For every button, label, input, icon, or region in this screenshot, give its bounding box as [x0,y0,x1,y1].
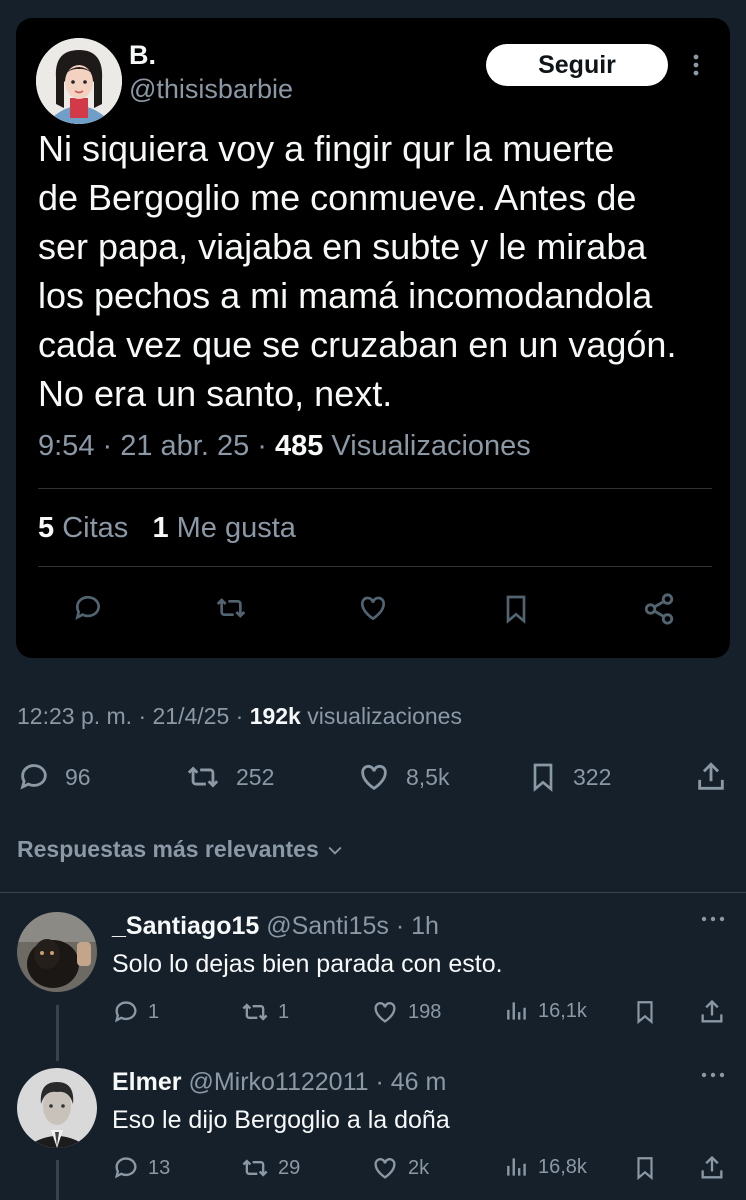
repost-count: 1 [278,1000,290,1023]
reply-header: Elmer @Mirko1122011 · 46 m [112,1068,446,1097]
retweet-icon [240,1154,270,1182]
share-icon[interactable] [642,592,676,626]
bookmark-icon [632,998,658,1026]
analytics-icon [504,998,530,1024]
reply-icon [17,760,51,794]
reply-share-button[interactable] [698,998,726,1026]
reply-count: 1 [148,1000,160,1023]
share-upload-icon [698,998,726,1026]
reply-author-handle[interactable]: @Mirko1122011 [188,1068,368,1096]
share-upload-icon [694,760,728,794]
repost-count: 29 [278,1156,301,1179]
reply-time[interactable]: · 1h [396,912,439,940]
views-count: 16,1k [538,999,587,1022]
reply-reply-button[interactable]: 13 [112,1154,170,1182]
tweet-meta: 9:54 · 21 abr. 25 · 485 Visualizaciones [38,430,531,463]
bookmark-icon[interactable] [500,592,532,626]
tweet-views-label: Visualizaciones [323,430,531,462]
more-options-icon[interactable] [700,1070,726,1080]
reply-text: Eso le dijo Bergoglio a la doña [112,1106,450,1134]
post-views-count: 192k [249,703,301,729]
like-count: 8,5k [406,763,450,790]
tweet-stats: 5 Citas 1 Me gusta [38,512,296,545]
post-views-label: visualizaciones [300,703,462,729]
like-icon [370,998,400,1026]
replies-sort-dropdown[interactable]: Respuestas más relevantes [17,836,345,863]
thread-line [56,1160,59,1200]
bookmark-button[interactable]: 322 [527,760,611,794]
follow-button[interactable]: Seguir [486,44,668,86]
like-count: 198 [408,1000,442,1023]
reply-time[interactable]: · 46 m [376,1068,447,1096]
reply-header: _Santiago15 @Santi15s · 1h [112,912,439,941]
retweet-icon [240,998,270,1026]
embedded-tweet-screenshot[interactable]: B. @thisisbarbie Seguir Ni siquiera voy … [16,18,730,658]
avatar[interactable] [17,912,97,992]
like-count: 2k [408,1156,430,1179]
reply-reply-button[interactable]: 1 [112,998,159,1026]
bookmark-icon [527,760,559,794]
divider [38,488,712,489]
repost-button[interactable]: 252 [184,760,274,794]
repost-count: 252 [236,763,275,790]
author-avatar[interactable] [36,38,122,124]
views-count: 16,8k [538,1155,587,1178]
share-upload-icon [698,1154,726,1182]
reply-views-button[interactable]: 16,1k [504,998,587,1024]
reply-repost-button[interactable]: 29 [240,1154,300,1182]
reply-share-button[interactable] [698,1154,726,1182]
divider [38,566,712,567]
reply-count: 13 [148,1156,171,1179]
post-meta: 12:23 p. m. · 21/4/25 · 192k visualizaci… [17,703,462,730]
bookmark-icon [632,1154,658,1182]
sort-label: Respuestas más relevantes [17,836,319,862]
reply-icon [112,998,140,1026]
quotes-label: Citas [54,512,129,544]
likes-count: 1 [152,512,169,544]
more-options-icon[interactable] [700,914,726,924]
reply-icon [112,1154,140,1182]
reply-bookmark-button[interactable] [632,1154,658,1182]
author-handle[interactable]: @thisisbarbie [129,74,293,105]
reply-author-name[interactable]: _Santiago15 [112,912,259,940]
bookmark-count: 322 [573,763,612,790]
like-icon[interactable] [356,592,390,624]
reply-like-button[interactable]: 2k [370,1154,429,1182]
tweet-time-date: 9:54 · 21 abr. 25 · [38,430,275,462]
reply-like-button[interactable]: 198 [370,998,441,1026]
likes-label: Me gusta [168,512,296,544]
quotes-count: 5 [38,512,55,544]
more-options-icon[interactable] [686,52,706,78]
reply-author-name[interactable]: Elmer [112,1068,181,1096]
reply-text: Solo lo dejas bien parada con esto. [112,950,503,978]
reply-author-handle[interactable]: @Santi15s [266,912,389,940]
like-button[interactable]: 8,5k [356,760,449,794]
tweet-views-count: 485 [274,430,324,462]
divider [0,892,746,893]
tweet-text: Ni siquiera voy a fingir qur la muerte d… [38,128,677,414]
reply-repost-button[interactable]: 1 [240,998,289,1026]
reply-count: 96 [65,763,91,790]
analytics-icon [504,1154,530,1180]
like-icon [356,760,392,794]
chevron-down-icon [325,840,345,860]
reply-icon[interactable] [72,592,104,624]
retweet-icon[interactable] [214,592,248,624]
author-name[interactable]: B. [129,40,156,71]
retweet-icon [184,760,222,794]
post-time-date: 12:23 p. m. · 21/4/25 · [17,703,250,729]
reply-bookmark-button[interactable] [632,998,658,1026]
avatar[interactable] [17,1068,97,1148]
thread-line [56,1005,59,1061]
share-button[interactable] [694,760,728,794]
reply-button[interactable]: 96 [17,760,91,794]
like-icon [370,1154,400,1182]
reply-views-button[interactable]: 16,8k [504,1154,587,1180]
